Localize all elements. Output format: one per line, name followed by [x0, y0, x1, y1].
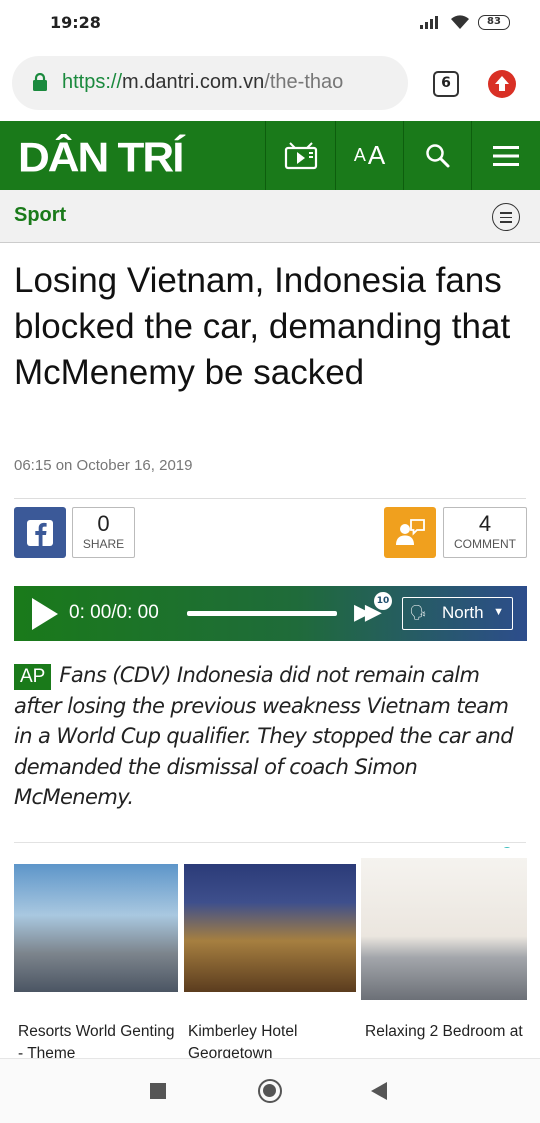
menu-button[interactable] [471, 121, 540, 190]
chevron-down-icon: ▼ [493, 606, 504, 618]
battery-icon: 83 [478, 14, 510, 30]
facebook-share-button[interactable] [14, 507, 66, 558]
hamburger-icon [493, 145, 519, 166]
search-button[interactable] [403, 121, 471, 190]
source-badge: AP [14, 664, 52, 690]
ad-image [184, 864, 356, 992]
article-lead: AP Fans (CDV) Indonesia did not remain ca… [14, 660, 526, 813]
comment-count-label: COMMENT [454, 537, 516, 551]
font-large-label: A [367, 140, 386, 170]
comment-count-number: 4 [478, 511, 492, 536]
ad-card[interactable]: Kimberley Hotel Georgetown [184, 848, 356, 1060]
progress-bar[interactable] [187, 611, 337, 616]
url-text[interactable]: https://m.dantri.com.vn/the-thao [62, 71, 398, 94]
video-button[interactable] [265, 121, 335, 190]
update-button[interactable] [488, 70, 516, 98]
status-bar: 19:28 83 [0, 0, 540, 48]
share-count: 0 SHARE [72, 507, 135, 558]
arrow-up-icon [495, 76, 509, 91]
lock-icon [33, 73, 47, 91]
font-small-label: A [353, 145, 366, 165]
ad-title: Relaxing 2 Bedroom at [365, 1023, 523, 1040]
voice-select[interactable]: 🗣 North ▼ [402, 597, 513, 630]
article-dateline: 06:15 on October 16, 2019 [14, 457, 193, 474]
section-bar: Sport [0, 190, 540, 243]
facebook-icon [27, 520, 53, 546]
site-header: DÂN TRÍ AA [0, 121, 540, 190]
article-lead-text: Fans (CDV) Indonesia did not remain calm… [14, 663, 514, 809]
section-title[interactable]: Sport [14, 204, 66, 227]
play-icon[interactable] [32, 598, 58, 630]
fast-forward-icon[interactable]: ▶▶ [354, 600, 382, 625]
section-menu-button[interactable] [492, 203, 520, 231]
url-scheme: https:// [62, 71, 123, 93]
status-time: 19:28 [50, 13, 101, 32]
skip-seconds-badge: 10 [374, 592, 392, 610]
share-count-number: 0 [97, 511, 110, 536]
signal-icon [420, 15, 442, 29]
back-icon[interactable] [371, 1082, 387, 1100]
wifi-icon [451, 15, 469, 29]
ad-card[interactable]: Relaxing 2 Bedroom at [361, 848, 540, 1060]
comment-button[interactable] [384, 507, 436, 558]
share-count-label: SHARE [82, 537, 125, 551]
tab-switcher-button[interactable]: 6 [433, 71, 459, 97]
ad-image [361, 858, 527, 1000]
article-headline: Losing Vietnam, Indonesia fans blocked t… [14, 261, 511, 392]
font-size-button[interactable]: AA [335, 121, 403, 190]
site-logo[interactable]: DÂN TRÍ [18, 134, 184, 182]
audio-player: 0: 00/0: 00 ▶▶ 10 🗣 North ▼ [14, 586, 527, 641]
ad-divider [14, 842, 526, 843]
url-host: m.dantri.com.vn [122, 71, 265, 93]
divider [14, 498, 526, 499]
ad-image [14, 864, 178, 992]
tv-icon [284, 141, 317, 169]
url-path: /the-thao [264, 71, 344, 93]
ad-title: Kimberley Hotel Georgetown [188, 1023, 298, 1060]
recents-icon[interactable] [150, 1083, 166, 1099]
home-icon[interactable] [258, 1079, 282, 1103]
status-icons: 83 [420, 14, 510, 30]
comment-icon [396, 519, 425, 545]
ad-card[interactable]: Resorts World Genting - Theme [14, 848, 180, 1060]
speaker-icon: 🗣 [409, 604, 427, 620]
voice-select-value: North [442, 603, 484, 622]
player-time: 0: 00/0: 00 [69, 602, 159, 623]
search-icon [425, 143, 449, 167]
system-nav-bar [0, 1058, 540, 1123]
comment-count: 4 COMMENT [443, 507, 527, 558]
ad-title: Resorts World Genting - Theme [18, 1023, 175, 1060]
address-bar[interactable]: https://m.dantri.com.vn/the-thao [12, 56, 408, 110]
